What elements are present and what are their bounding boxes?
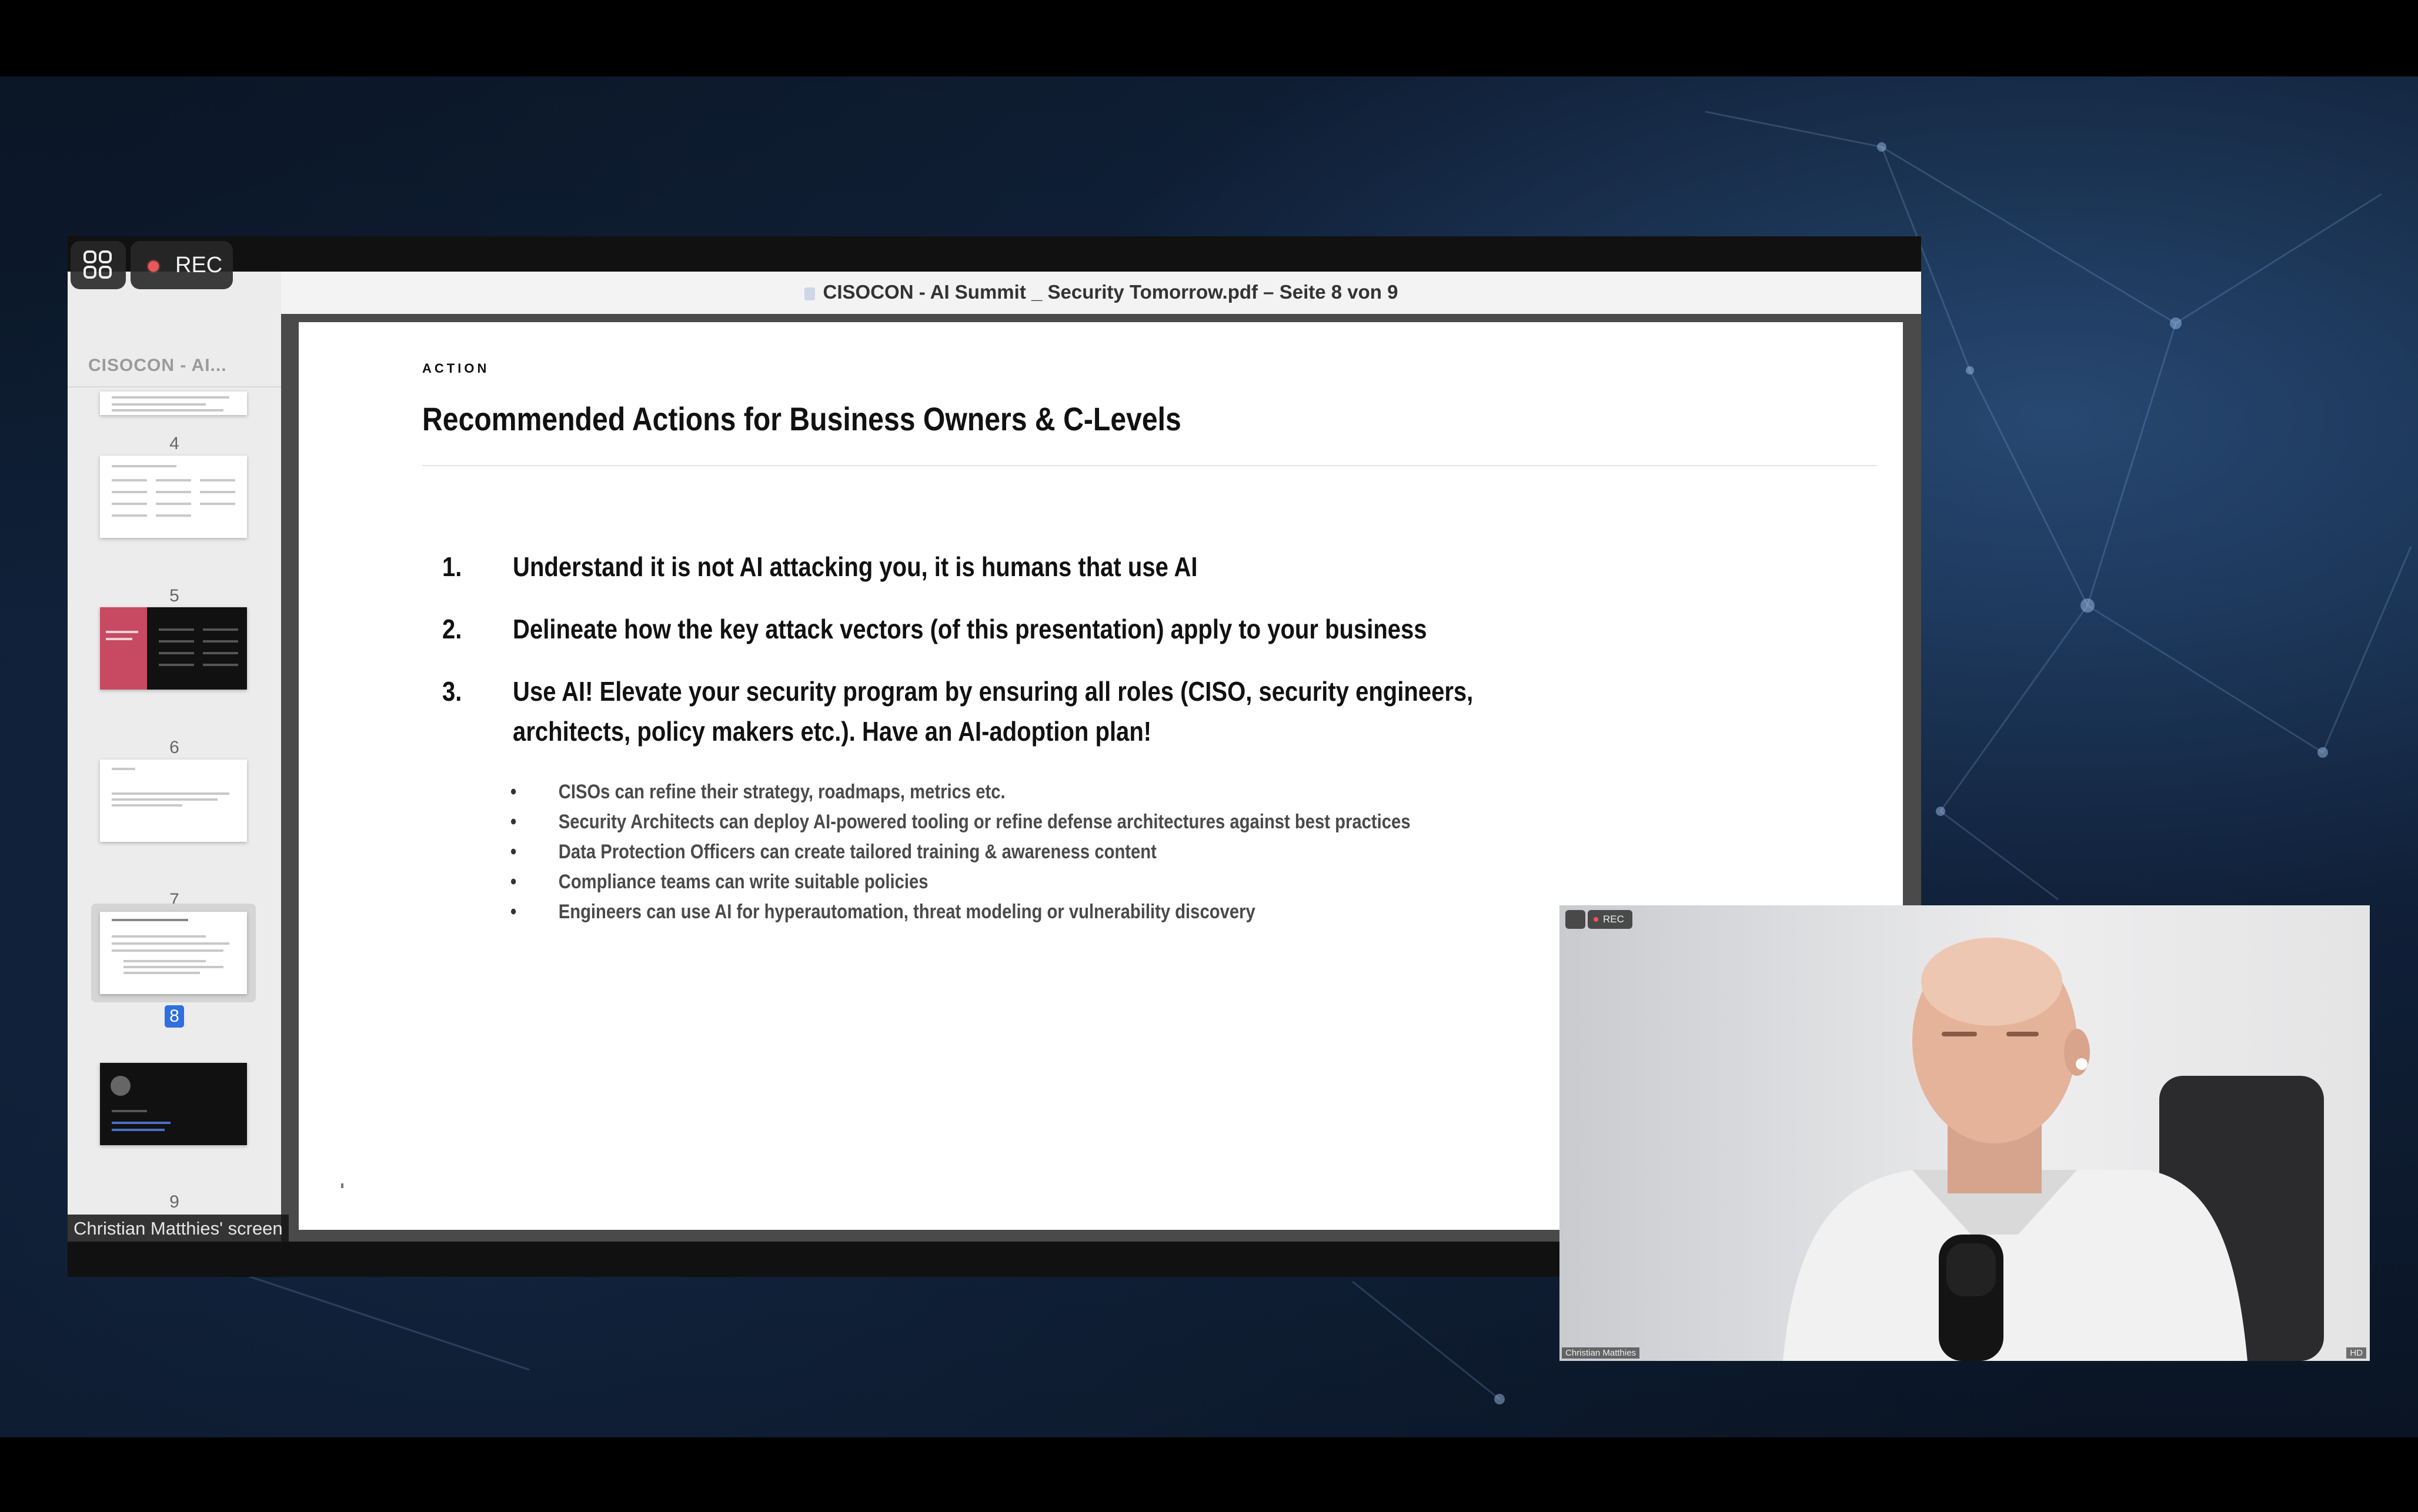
record-dot-icon (148, 261, 159, 272)
viewer-title-bar[interactable]: CISOCON - AI Summit _ Security Tomorrow.… (281, 272, 1921, 315)
page-number-6: 6 (169, 738, 179, 757)
page-thumbnail-5[interactable] (100, 456, 247, 538)
page-number-8-selected: 8 (68, 1005, 281, 1028)
webcam-video[interactable]: REC Christian Matthies HD (1559, 905, 2370, 1361)
pdf-document-icon (804, 287, 815, 300)
bullet-item: • CISOs can refine their strategy, roadma… (510, 781, 1006, 804)
action-item-number: 1. (442, 551, 462, 582)
bullet-dot: • (510, 841, 517, 863)
page-number-5: 5 (169, 586, 179, 606)
slide-title: Recommended Actions for Business Owners … (422, 400, 1181, 437)
action-item-2: 2. Delineate how the key attack vectors (… (442, 609, 1427, 649)
bullet-text: Data Protection Officers can create tail… (558, 841, 1157, 863)
action-item-text: Understand it is not AI attacking you, i… (513, 551, 1198, 582)
meeting-stage: CISOCON - AI... 4 5 6 7 8 9 CISOCON - AI… (0, 0, 2418, 1512)
page-thumbnail-7[interactable] (100, 760, 247, 842)
page-number-8: 8 (165, 1005, 184, 1028)
action-item-text-continued: architects, policy makers etc.). Have an… (513, 716, 1152, 747)
webcam-recording-indicator: REC (1588, 910, 1632, 929)
action-item-number: 2. (442, 614, 462, 644)
bullet-item: • Compliance teams can write suitable pol… (510, 871, 929, 894)
record-dot-icon (1594, 917, 1598, 922)
bullet-dot: • (510, 871, 517, 893)
page-thumbnail-9[interactable] (100, 1063, 247, 1145)
webcam-grid-icon[interactable] (1565, 910, 1585, 929)
page-number-9: 9 (169, 1192, 179, 1212)
bullet-item: • Engineers can use AI for hyperautomatio… (510, 901, 1255, 924)
page-thumbnail-8[interactable] (100, 912, 247, 994)
screen-share-label: Christian Matthies' screen (68, 1215, 289, 1243)
speaker-video-image (1783, 938, 2324, 1361)
bullet-text: Compliance teams can write suitable poli… (558, 871, 929, 893)
webcam-rec-label: REC (1603, 914, 1624, 925)
page-thumbnail-6[interactable] (100, 607, 247, 690)
bullet-text: Security Architects can deploy AI-powere… (558, 811, 1411, 833)
title-divider (422, 465, 1877, 466)
page-marker (341, 1183, 343, 1188)
bullet-text: CISOs can refine their strategy, roadmap… (558, 781, 1006, 803)
bullet-dot: • (510, 811, 517, 833)
grid-icon (84, 250, 112, 279)
page-thumbnail-4[interactable] (100, 392, 247, 415)
recording-label: REC (175, 253, 223, 277)
recording-indicator[interactable]: REC (131, 241, 233, 289)
thumbnail-sidebar[interactable]: CISOCON - AI... 4 5 6 7 8 9 (68, 272, 282, 1242)
window-title: CISOCON - AI Summit _ Security Tomorrow.… (281, 281, 1921, 303)
action-item-text: Use AI! Elevate your security program by… (513, 676, 1474, 707)
bullet-dot: • (510, 901, 517, 923)
bullet-item: • Security Architects can deploy AI-power… (510, 811, 1411, 834)
video-quality-badge: HD (2346, 1347, 2366, 1359)
page-number-4: 4 (169, 434, 179, 453)
action-item-text: Delineate how the key attack vectors (of… (513, 614, 1427, 644)
window-title-text: CISOCON - AI Summit _ Security Tomorrow.… (823, 281, 1398, 303)
bullet-text: Engineers can use AI for hyperautomation… (558, 901, 1255, 923)
action-item-3: 3. Use AI! Elevate your security program … (442, 671, 1473, 751)
sidebar-divider (68, 386, 281, 387)
action-item-1: 1. Understand it is not AI attacking you,… (442, 547, 1198, 587)
participant-name: Christian Matthies (1562, 1347, 1640, 1359)
layout-grid-button[interactable] (71, 241, 126, 289)
sidebar-title: CISOCON - AI... (88, 356, 227, 375)
bullet-item: • Data Protection Officers can create tai… (510, 841, 1157, 864)
bullet-dot: • (510, 781, 517, 803)
slide-kicker: ACTION (422, 361, 490, 376)
action-item-number: 3. (442, 676, 462, 707)
